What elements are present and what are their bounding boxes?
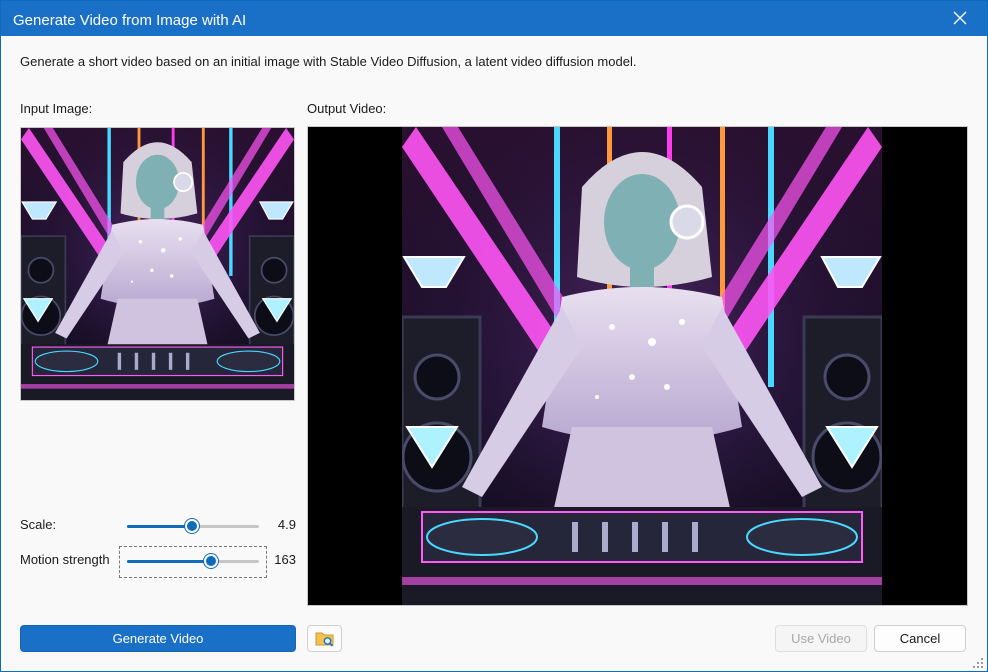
input-image-picture	[21, 128, 294, 400]
motion-strength-value: 163	[274, 552, 296, 567]
output-video-picture	[402, 127, 882, 605]
output-video-frame	[402, 127, 882, 605]
generate-video-button[interactable]: Generate Video	[20, 625, 296, 652]
input-image-label: Input Image:	[20, 101, 93, 116]
scale-slider-thumb[interactable]	[184, 519, 199, 533]
window-title: Generate Video from Image with AI	[13, 12, 247, 29]
input-image	[20, 127, 295, 401]
output-video-label: Output Video:	[307, 101, 387, 116]
motion-strength-slider-thumb[interactable]	[204, 554, 219, 568]
resize-grip-icon[interactable]	[973, 658, 983, 668]
dialog-window: Generate Video from Image with AI Genera…	[0, 0, 988, 672]
motion-strength-slider-fill	[127, 560, 212, 563]
output-video-player[interactable]	[307, 126, 968, 606]
open-folder-button[interactable]	[307, 625, 342, 652]
description-text: Generate a short video based on an initi…	[20, 54, 637, 69]
scale-slider[interactable]	[127, 516, 259, 536]
scale-slider-fill	[127, 525, 192, 528]
scale-label: Scale:	[20, 517, 57, 532]
scale-value: 4.9	[277, 517, 296, 532]
title-bar[interactable]: Generate Video from Image with AI	[1, 1, 987, 36]
motion-strength-label: Motion strength	[20, 552, 110, 567]
close-icon	[953, 11, 967, 25]
motion-strength-slider[interactable]	[127, 551, 259, 571]
folder-search-icon	[315, 632, 333, 647]
close-button[interactable]	[947, 6, 973, 30]
cancel-button[interactable]: Cancel	[874, 625, 966, 652]
use-video-button[interactable]: Use Video	[775, 625, 867, 652]
